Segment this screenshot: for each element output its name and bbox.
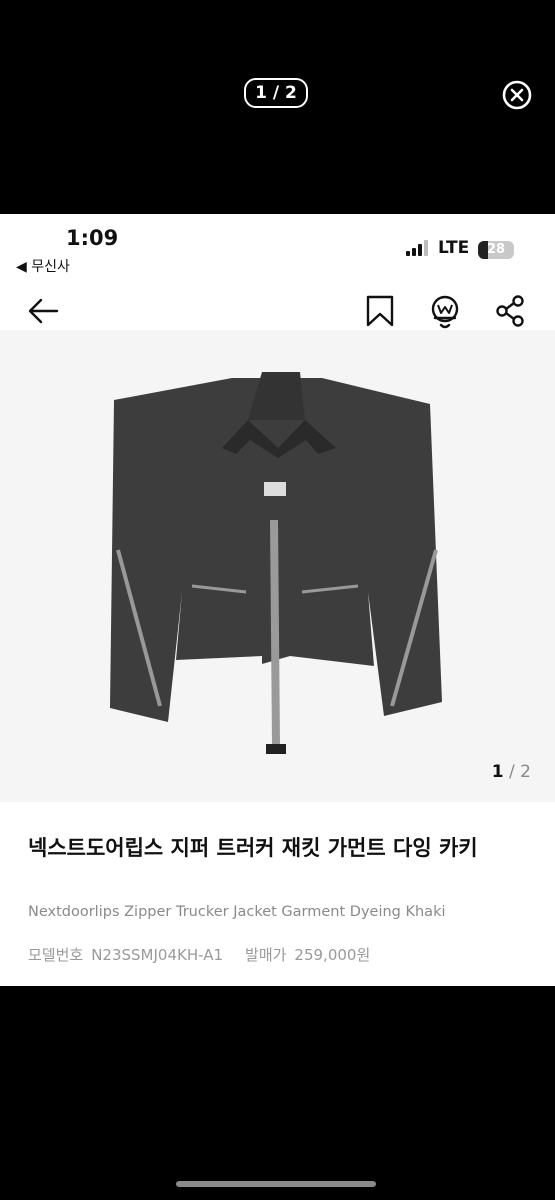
network-type: LTE <box>438 238 470 258</box>
product-english-name: Nextdoorlips Zipper Trucker Jacket Garme… <box>28 904 446 920</box>
bookmark-icon[interactable] <box>364 294 396 328</box>
image-counter-total: 2 <box>520 762 531 782</box>
battery-icon: 28 <box>478 241 514 259</box>
status-time: 1:09 <box>66 226 119 250</box>
status-indicators: LTE <box>406 238 469 258</box>
release-price-label: 발매가 <box>245 946 287 964</box>
product-info: 넥스트도어립스 지퍼 트러커 재킷 가먼트 다잉 카키 Nextdoorlips… <box>0 802 555 986</box>
wear-bell-icon[interactable] <box>428 294 462 330</box>
close-circle-icon[interactable] <box>502 80 532 110</box>
home-indicator[interactable] <box>176 1181 376 1187</box>
jacket-photo <box>110 372 442 754</box>
signal-icon <box>406 240 428 256</box>
back-arrow-icon[interactable] <box>26 294 60 328</box>
product-meta: 모델번호 N23SSMJ04KH-A1 발매가 259,000원 <box>28 944 370 965</box>
model-number-value: N23SSMJ04KH-A1 <box>91 946 224 964</box>
viewer-page-counter: 1 / 2 <box>244 78 308 108</box>
product-title: 넥스트도어립스 지퍼 트러커 재킷 가먼트 다잉 카키 <box>28 836 478 860</box>
screenshot-content: 1:09 ◀ 무신사 LTE 28 1 / 2 넥스트도어립스 지퍼 트러커 재… <box>0 214 555 986</box>
back-to-app-link[interactable]: ◀ 무신사 <box>16 256 70 276</box>
image-counter-current: 1 <box>491 762 504 782</box>
image-counter-separator: / <box>503 762 521 782</box>
battery-percent: 28 <box>486 242 506 257</box>
share-icon[interactable] <box>494 294 526 328</box>
image-counter: 1 / 2 <box>492 762 531 782</box>
release-price-value: 259,000원 <box>294 946 371 964</box>
product-image[interactable]: 1 / 2 <box>0 330 555 802</box>
image-viewer-header: 1 / 2 <box>0 0 555 214</box>
model-number-label: 모델번호 <box>28 946 84 964</box>
